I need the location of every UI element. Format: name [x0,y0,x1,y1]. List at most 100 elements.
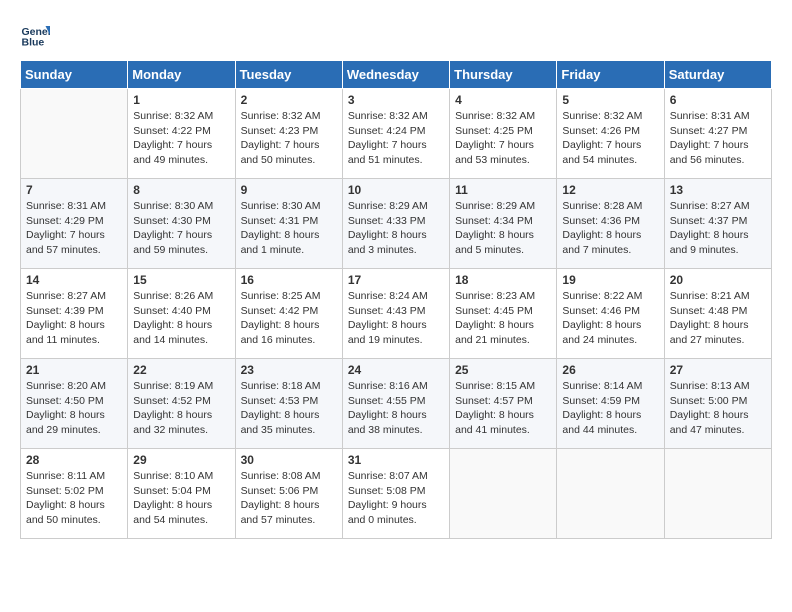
daylight-text: Daylight: 8 hours and 14 minutes. [133,318,229,347]
day-number: 29 [133,453,229,467]
logo-icon: General Blue [20,20,50,50]
page-header: General Blue [20,20,772,50]
sunrise-text: Sunrise: 8:08 AM [241,469,337,484]
daylight-text: Daylight: 7 hours and 59 minutes. [133,228,229,257]
week-row-3: 14 Sunrise: 8:27 AM Sunset: 4:39 PM Dayl… [21,269,772,359]
sunrise-text: Sunrise: 8:11 AM [26,469,122,484]
weekday-header-wednesday: Wednesday [342,61,449,89]
day-info: Sunrise: 8:07 AM Sunset: 5:08 PM Dayligh… [348,469,444,528]
day-info: Sunrise: 8:19 AM Sunset: 4:52 PM Dayligh… [133,379,229,438]
day-info: Sunrise: 8:15 AM Sunset: 4:57 PM Dayligh… [455,379,551,438]
day-number: 16 [241,273,337,287]
calendar-cell: 5 Sunrise: 8:32 AM Sunset: 4:26 PM Dayli… [557,89,664,179]
day-number: 2 [241,93,337,107]
daylight-text: Daylight: 8 hours and 24 minutes. [562,318,658,347]
sunset-text: Sunset: 4:39 PM [26,304,122,319]
calendar-cell: 30 Sunrise: 8:08 AM Sunset: 5:06 PM Dayl… [235,449,342,539]
day-info: Sunrise: 8:23 AM Sunset: 4:45 PM Dayligh… [455,289,551,348]
daylight-text: Daylight: 8 hours and 29 minutes. [26,408,122,437]
day-info: Sunrise: 8:28 AM Sunset: 4:36 PM Dayligh… [562,199,658,258]
sunrise-text: Sunrise: 8:24 AM [348,289,444,304]
day-info: Sunrise: 8:21 AM Sunset: 4:48 PM Dayligh… [670,289,766,348]
weekday-header-saturday: Saturday [664,61,771,89]
calendar-cell: 19 Sunrise: 8:22 AM Sunset: 4:46 PM Dayl… [557,269,664,359]
daylight-text: Daylight: 8 hours and 32 minutes. [133,408,229,437]
day-number: 21 [26,363,122,377]
daylight-text: Daylight: 7 hours and 53 minutes. [455,138,551,167]
svg-text:Blue: Blue [22,37,45,49]
daylight-text: Daylight: 8 hours and 27 minutes. [670,318,766,347]
calendar-cell: 1 Sunrise: 8:32 AM Sunset: 4:22 PM Dayli… [128,89,235,179]
calendar-cell: 28 Sunrise: 8:11 AM Sunset: 5:02 PM Dayl… [21,449,128,539]
daylight-text: Daylight: 7 hours and 51 minutes. [348,138,444,167]
sunrise-text: Sunrise: 8:18 AM [241,379,337,394]
day-info: Sunrise: 8:32 AM Sunset: 4:22 PM Dayligh… [133,109,229,168]
daylight-text: Daylight: 7 hours and 50 minutes. [241,138,337,167]
sunset-text: Sunset: 4:46 PM [562,304,658,319]
weekday-header-row: SundayMondayTuesdayWednesdayThursdayFrid… [21,61,772,89]
daylight-text: Daylight: 8 hours and 11 minutes. [26,318,122,347]
day-number: 27 [670,363,766,377]
sunset-text: Sunset: 4:26 PM [562,124,658,139]
sunrise-text: Sunrise: 8:13 AM [670,379,766,394]
day-number: 26 [562,363,658,377]
day-info: Sunrise: 8:11 AM Sunset: 5:02 PM Dayligh… [26,469,122,528]
day-info: Sunrise: 8:20 AM Sunset: 4:50 PM Dayligh… [26,379,122,438]
calendar-cell [557,449,664,539]
sunrise-text: Sunrise: 8:07 AM [348,469,444,484]
calendar-cell: 9 Sunrise: 8:30 AM Sunset: 4:31 PM Dayli… [235,179,342,269]
daylight-text: Daylight: 8 hours and 19 minutes. [348,318,444,347]
day-info: Sunrise: 8:32 AM Sunset: 4:24 PM Dayligh… [348,109,444,168]
daylight-text: Daylight: 7 hours and 54 minutes. [562,138,658,167]
sunset-text: Sunset: 4:23 PM [241,124,337,139]
day-number: 5 [562,93,658,107]
sunset-text: Sunset: 4:29 PM [26,214,122,229]
day-number: 3 [348,93,444,107]
day-number: 1 [133,93,229,107]
day-info: Sunrise: 8:14 AM Sunset: 4:59 PM Dayligh… [562,379,658,438]
day-number: 12 [562,183,658,197]
day-number: 11 [455,183,551,197]
sunrise-text: Sunrise: 8:31 AM [670,109,766,124]
calendar-cell: 23 Sunrise: 8:18 AM Sunset: 4:53 PM Dayl… [235,359,342,449]
sunrise-text: Sunrise: 8:15 AM [455,379,551,394]
day-info: Sunrise: 8:16 AM Sunset: 4:55 PM Dayligh… [348,379,444,438]
sunrise-text: Sunrise: 8:29 AM [455,199,551,214]
sunrise-text: Sunrise: 8:21 AM [670,289,766,304]
day-number: 20 [670,273,766,287]
daylight-text: Daylight: 8 hours and 38 minutes. [348,408,444,437]
daylight-text: Daylight: 8 hours and 35 minutes. [241,408,337,437]
sunrise-text: Sunrise: 8:27 AM [670,199,766,214]
sunrise-text: Sunrise: 8:25 AM [241,289,337,304]
calendar-cell: 16 Sunrise: 8:25 AM Sunset: 4:42 PM Dayl… [235,269,342,359]
sunrise-text: Sunrise: 8:32 AM [562,109,658,124]
sunrise-text: Sunrise: 8:19 AM [133,379,229,394]
calendar-cell: 8 Sunrise: 8:30 AM Sunset: 4:30 PM Dayli… [128,179,235,269]
sunrise-text: Sunrise: 8:26 AM [133,289,229,304]
sunrise-text: Sunrise: 8:32 AM [133,109,229,124]
weekday-header-thursday: Thursday [450,61,557,89]
sunrise-text: Sunrise: 8:27 AM [26,289,122,304]
weekday-header-tuesday: Tuesday [235,61,342,89]
calendar-cell: 2 Sunrise: 8:32 AM Sunset: 4:23 PM Dayli… [235,89,342,179]
sunset-text: Sunset: 4:36 PM [562,214,658,229]
calendar-cell: 27 Sunrise: 8:13 AM Sunset: 5:00 PM Dayl… [664,359,771,449]
sunset-text: Sunset: 4:59 PM [562,394,658,409]
calendar-cell: 10 Sunrise: 8:29 AM Sunset: 4:33 PM Dayl… [342,179,449,269]
day-number: 28 [26,453,122,467]
calendar-cell: 21 Sunrise: 8:20 AM Sunset: 4:50 PM Dayl… [21,359,128,449]
week-row-1: 1 Sunrise: 8:32 AM Sunset: 4:22 PM Dayli… [21,89,772,179]
calendar-cell: 13 Sunrise: 8:27 AM Sunset: 4:37 PM Dayl… [664,179,771,269]
sunset-text: Sunset: 4:31 PM [241,214,337,229]
sunset-text: Sunset: 4:50 PM [26,394,122,409]
sunrise-text: Sunrise: 8:14 AM [562,379,658,394]
calendar-cell: 20 Sunrise: 8:21 AM Sunset: 4:48 PM Dayl… [664,269,771,359]
daylight-text: Daylight: 8 hours and 50 minutes. [26,498,122,527]
calendar-cell: 18 Sunrise: 8:23 AM Sunset: 4:45 PM Dayl… [450,269,557,359]
sunset-text: Sunset: 4:48 PM [670,304,766,319]
day-number: 23 [241,363,337,377]
calendar-cell: 22 Sunrise: 8:19 AM Sunset: 4:52 PM Dayl… [128,359,235,449]
sunset-text: Sunset: 4:33 PM [348,214,444,229]
calendar-cell: 3 Sunrise: 8:32 AM Sunset: 4:24 PM Dayli… [342,89,449,179]
calendar-cell: 31 Sunrise: 8:07 AM Sunset: 5:08 PM Dayl… [342,449,449,539]
